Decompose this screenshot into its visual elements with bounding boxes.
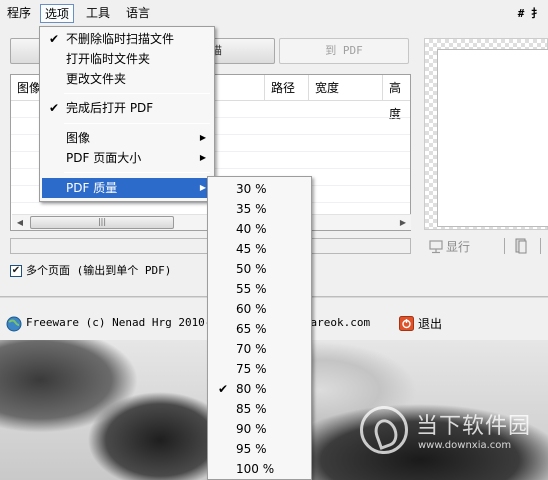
quality-label: 70 % [236,342,267,356]
quality-label: 85 % [236,402,267,416]
menu-options[interactable]: 选项 [40,4,75,23]
multi-page-label: 多个页面 (输出到单个 PDF) [26,264,172,277]
menu-item-open-temp-folder[interactable]: 打开临时文件夹 [42,49,212,69]
column-width[interactable]: 宽度 [309,75,383,101]
quality-item-selected[interactable]: ✔ 80 % [210,379,309,399]
quality-item[interactable]: 45 % [210,239,309,259]
separator [540,238,541,254]
menu-separator [64,172,210,173]
menu-item-change-folder[interactable]: 更改文件夹 [42,69,212,89]
column-path[interactable]: 路径 [265,75,309,101]
menu-item-label: 完成后打开 PDF [66,101,154,115]
page-icon[interactable] [514,238,528,254]
quality-item[interactable]: 60 % [210,299,309,319]
quality-item[interactable]: 35 % [210,199,309,219]
menu-bar: 程序 选项 工具 语言 # 扌 [0,0,548,26]
menu-item-label: 打开临时文件夹 [66,52,151,66]
globe-icon[interactable] [6,316,22,332]
quality-label: 40 % [236,222,267,236]
options-menu: ✔ 不删除临时扫描文件 打开临时文件夹 更改文件夹 ✔ 完成后打开 PDF 图像… [39,26,215,202]
preview-controls: 显行 [426,236,548,258]
freeware-link[interactable]: Freeware (c) Nenad Hrg 2010-20 [26,316,225,329]
quality-item[interactable]: 100 % [210,459,309,479]
preview-panel [424,38,548,230]
checkmark-icon: ✔ [49,101,60,115]
show-button[interactable]: 显行 [446,238,470,255]
watermark-logo: 当下软件园 www.downxia.com [360,404,540,464]
quality-item[interactable]: 85 % [210,399,309,419]
menu-item-label: 更改文件夹 [66,72,127,86]
scroll-right-icon[interactable]: ▶ [395,215,411,231]
quality-label: 60 % [236,302,267,316]
submenu-arrow-icon: ▶ [199,133,206,142]
menu-item-label: 图像 [66,131,91,145]
quality-label: 55 % [236,282,267,296]
menu-item-open-pdf-after[interactable]: ✔ 完成后打开 PDF [42,98,212,118]
menu-program[interactable]: 程序 [3,4,35,23]
submenu-arrow-icon: ▶ [199,153,206,162]
quality-item[interactable]: 55 % [210,279,309,299]
quality-label: 35 % [236,202,267,216]
watermark-title: 当下软件园 [416,414,532,439]
watermark-url: www.downxia.com [418,440,512,451]
pdf-quality-submenu: 30 % 35 % 40 % 45 % 50 % 55 % 60 % 65 % … [207,176,312,480]
quality-label: 75 % [236,362,267,376]
menu-item-label: 不删除临时扫描文件 [66,32,175,46]
quality-item[interactable]: 40 % [210,219,309,239]
quality-item[interactable]: 65 % [210,319,309,339]
separator [504,238,505,254]
to-pdf-button[interactable]: 到 PDF [279,38,409,64]
menu-separator [64,93,210,94]
preview-page [437,49,548,227]
quality-label: 95 % [236,442,267,456]
quality-item[interactable]: 95 % [210,439,309,459]
menu-tools[interactable]: 工具 [82,4,114,23]
menu-item-label: PDF 质量 [66,181,118,195]
scroll-left-icon[interactable]: ◀ [12,215,28,231]
menu-separator [64,123,210,124]
watermark-emblem-icon [360,406,408,454]
quality-item[interactable]: 50 % [210,259,309,279]
menu-item-label: PDF 页面大小 [66,151,142,165]
quality-label: 30 % [236,182,267,196]
menu-item-image[interactable]: 图像 ▶ [42,128,212,148]
menu-item-pdf-page-size[interactable]: PDF 页面大小 ▶ [42,148,212,168]
quality-item[interactable]: 90 % [210,419,309,439]
scroll-thumb[interactable]: ||| [30,216,174,229]
quality-label: 100 % [236,462,275,476]
checkmark-icon: ✔ [49,32,60,46]
top-right-label: # 扌 [517,7,542,20]
multi-page-checkbox[interactable]: ✔ [10,265,22,277]
menu-item-pdf-quality[interactable]: PDF 质量 ▶ [42,178,212,198]
submenu-arrow-icon: ▶ [199,183,206,192]
menu-item-keep-temp[interactable]: ✔ 不删除临时扫描文件 [42,29,212,49]
quality-label: 80 % [236,382,267,396]
quality-label: 90 % [236,422,267,436]
quality-item[interactable]: 70 % [210,339,309,359]
quality-item[interactable]: 75 % [210,359,309,379]
quality-item[interactable]: 30 % [210,179,309,199]
exit-button[interactable]: 退出 [418,315,442,332]
monitor-icon[interactable] [428,239,444,255]
exit-icon[interactable] [399,316,414,331]
menu-language[interactable]: 语言 [122,4,154,23]
checkmark-icon: ✔ [218,382,229,396]
quality-label: 45 % [236,242,267,256]
column-height[interactable]: 高度 [383,75,410,121]
quality-label: 50 % [236,262,267,276]
quality-label: 65 % [236,322,267,336]
